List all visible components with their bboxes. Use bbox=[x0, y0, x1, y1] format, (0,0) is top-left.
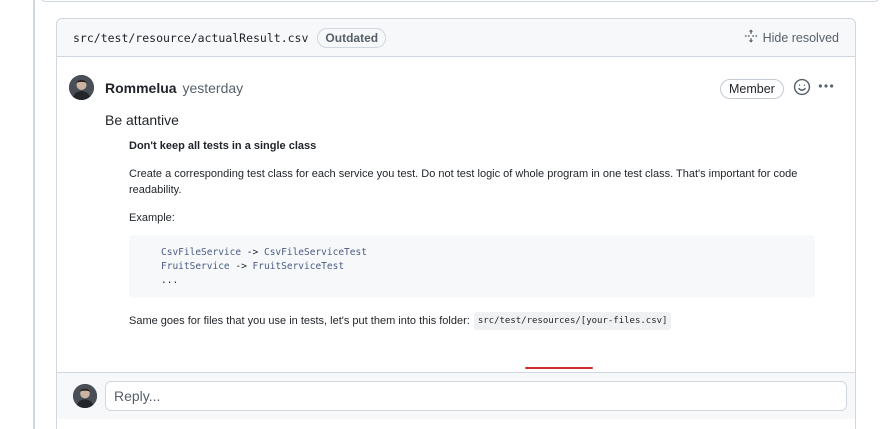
hide-resolved-label: Hide resolved bbox=[762, 30, 839, 45]
folder-inline-code: src/test/resources/[your-files.csv] bbox=[473, 312, 672, 330]
code-line: ... bbox=[161, 275, 179, 286]
review-thread: src/test/resource/actualResult.csv Outda… bbox=[56, 18, 856, 429]
code-line: CsvFileService -> CsvFileServiceTest bbox=[161, 247, 367, 258]
thread-header: src/test/resource/actualResult.csv Outda… bbox=[57, 19, 855, 57]
current-user-avatar bbox=[73, 384, 97, 408]
outdated-badge: Outdated bbox=[317, 27, 387, 48]
same-goes-line: Same goes for files that you use in test… bbox=[129, 312, 819, 330]
timeline-line bbox=[33, 0, 35, 429]
comment-timestamp[interactable]: yesterday bbox=[182, 80, 243, 96]
hide-resolved-button[interactable]: Hide resolved bbox=[744, 29, 839, 46]
file-path[interactable]: src/test/resource/actualResult.csv bbox=[73, 31, 308, 45]
author-name[interactable]: Rommelua bbox=[105, 80, 177, 96]
comment-body-text: Be attantive bbox=[105, 112, 179, 128]
fold-icon bbox=[744, 29, 758, 46]
quote-title: Don't keep all tests in a single class bbox=[129, 140, 317, 152]
review-comment: Rommelua yesterday Member Be attantive D… bbox=[57, 57, 855, 373]
example-label: Example: bbox=[129, 212, 175, 224]
code-line: FruitService -> FruitServiceTest bbox=[161, 261, 345, 272]
member-badge: Member bbox=[720, 79, 784, 99]
reply-input[interactable]: Reply... bbox=[105, 381, 847, 411]
quote-paragraph: Create a corresponding test class for ea… bbox=[129, 168, 798, 196]
reply-row: Reply... bbox=[57, 373, 855, 419]
same-goes-text: Same goes for files that you use in test… bbox=[129, 315, 470, 327]
smiley-icon[interactable] bbox=[793, 78, 813, 98]
comment-header: Rommelua yesterday bbox=[105, 80, 243, 96]
red-underline-annotation bbox=[525, 367, 593, 369]
avatar[interactable] bbox=[69, 75, 94, 100]
code-block: CsvFileService -> CsvFileServiceTest Fru… bbox=[129, 235, 815, 297]
previous-container-edge bbox=[40, 0, 880, 2]
kebab-horizontal-icon[interactable] bbox=[817, 77, 837, 97]
